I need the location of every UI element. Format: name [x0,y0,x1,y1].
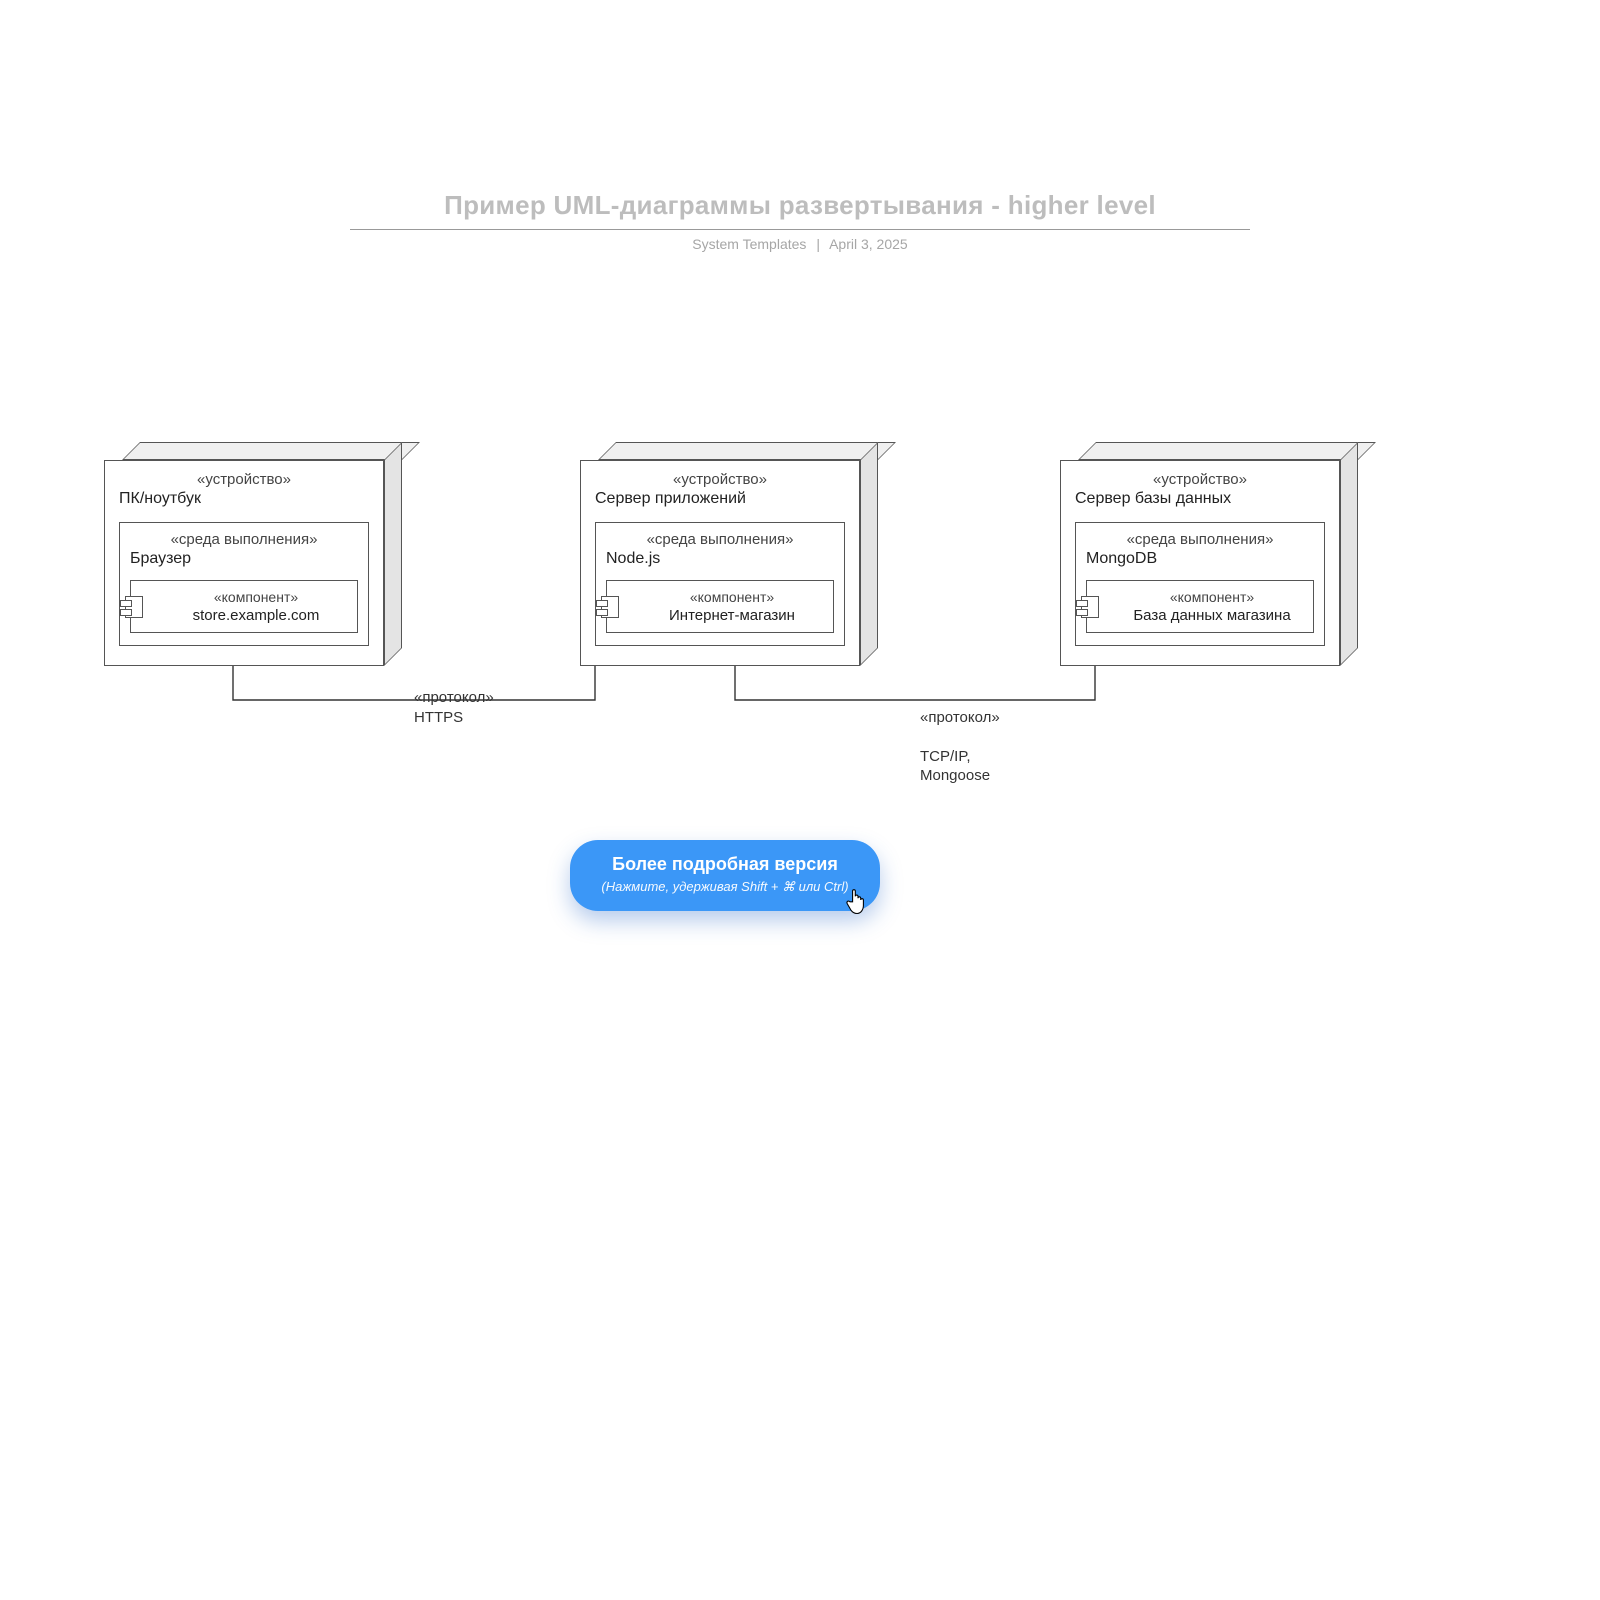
env-browser[interactable]: «среда выполнения» Браузер «компонент» s… [119,522,369,646]
connection-pc-app-label: «протокол» HTTPS [414,688,494,727]
component-webstore[interactable]: «компонент» Интернет-магазин [606,580,834,633]
node-front-face: «устройство» ПК/ноутбук «среда выполнени… [104,460,384,666]
env-nodejs[interactable]: «среда выполнения» Node.js «компонент» И… [595,522,845,646]
stereotype-protocol: «протокол» [414,688,494,708]
stereotype-component: «компонент» [641,589,823,605]
component-store[interactable]: «компонент» store.example.com [130,580,358,633]
node-db-server[interactable]: «устройство» Сервер базы данных «среда в… [1060,460,1340,666]
component-database[interactable]: «компонент» База данных магазина [1086,580,1314,633]
stereotype-env: «среда выполнения» [130,531,358,548]
node-pc-laptop[interactable]: «устройство» ПК/ноутбук «среда выполнени… [104,460,384,666]
node-side-face [384,442,402,666]
env-browser-name: Браузер [130,550,358,568]
component-database-name: База данных магазина [1121,607,1303,624]
protocol-https: HTTPS [414,708,494,728]
stereotype-env: «среда выполнения» [1086,531,1314,548]
node-appserver-name: Сервер приложений [595,490,845,508]
node-app-server[interactable]: «устройство» Сервер приложений «среда вы… [580,460,860,666]
node-top-face [1078,442,1376,460]
stereotype-protocol: «протокол» [920,708,1000,728]
cta-subtitle: (Нажмите, удерживая Shift + ⌘ или Ctrl) [594,879,856,895]
node-front-face: «устройство» Сервер базы данных «среда в… [1060,460,1340,666]
node-dbserver-name: Сервер базы данных [1075,490,1325,508]
node-pc-name: ПК/ноутбук [119,490,369,508]
more-detailed-version-button[interactable]: Более подробная версия (Нажмите, удержив… [570,840,880,911]
component-icon [1081,596,1099,618]
node-front-face: «устройство» Сервер приложений «среда вы… [580,460,860,666]
diagram-subtitle: System Templates | April 3, 2025 [350,236,1250,252]
stereotype-env: «среда выполнения» [606,531,834,548]
node-side-face [860,442,878,666]
component-icon [125,596,143,618]
header-rule [350,229,1250,230]
stereotype-device: «устройство» [119,471,369,488]
component-webstore-name: Интернет-магазин [641,607,823,624]
env-nodejs-name: Node.js [606,550,834,568]
connection-app-db-label: «протокол» TCP/IP, Mongoose [920,688,1000,805]
separator: | [816,236,820,252]
diagram-author: System Templates [692,236,806,252]
component-icon [601,596,619,618]
diagram-header: Пример UML-диаграммы развертывания - hig… [350,190,1250,252]
env-mongodb-name: MongoDB [1086,550,1314,568]
diagram-title: Пример UML-диаграммы развертывания - hig… [350,190,1250,221]
stereotype-device: «устройство» [595,471,845,488]
node-top-face [598,442,896,460]
stereotype-component: «компонент» [1121,589,1303,605]
stereotype-component: «компонент» [165,589,347,605]
node-side-face [1340,442,1358,666]
protocol-tcpip: TCP/IP, Mongoose [920,747,1000,786]
node-top-face [122,442,420,460]
env-mongodb[interactable]: «среда выполнения» MongoDB «компонент» Б… [1075,522,1325,646]
cta-title: Более подробная версия [594,854,856,875]
component-store-name: store.example.com [165,607,347,624]
cursor-hand-icon [840,882,876,918]
diagram-date: April 3, 2025 [829,236,908,252]
stereotype-device: «устройство» [1075,471,1325,488]
